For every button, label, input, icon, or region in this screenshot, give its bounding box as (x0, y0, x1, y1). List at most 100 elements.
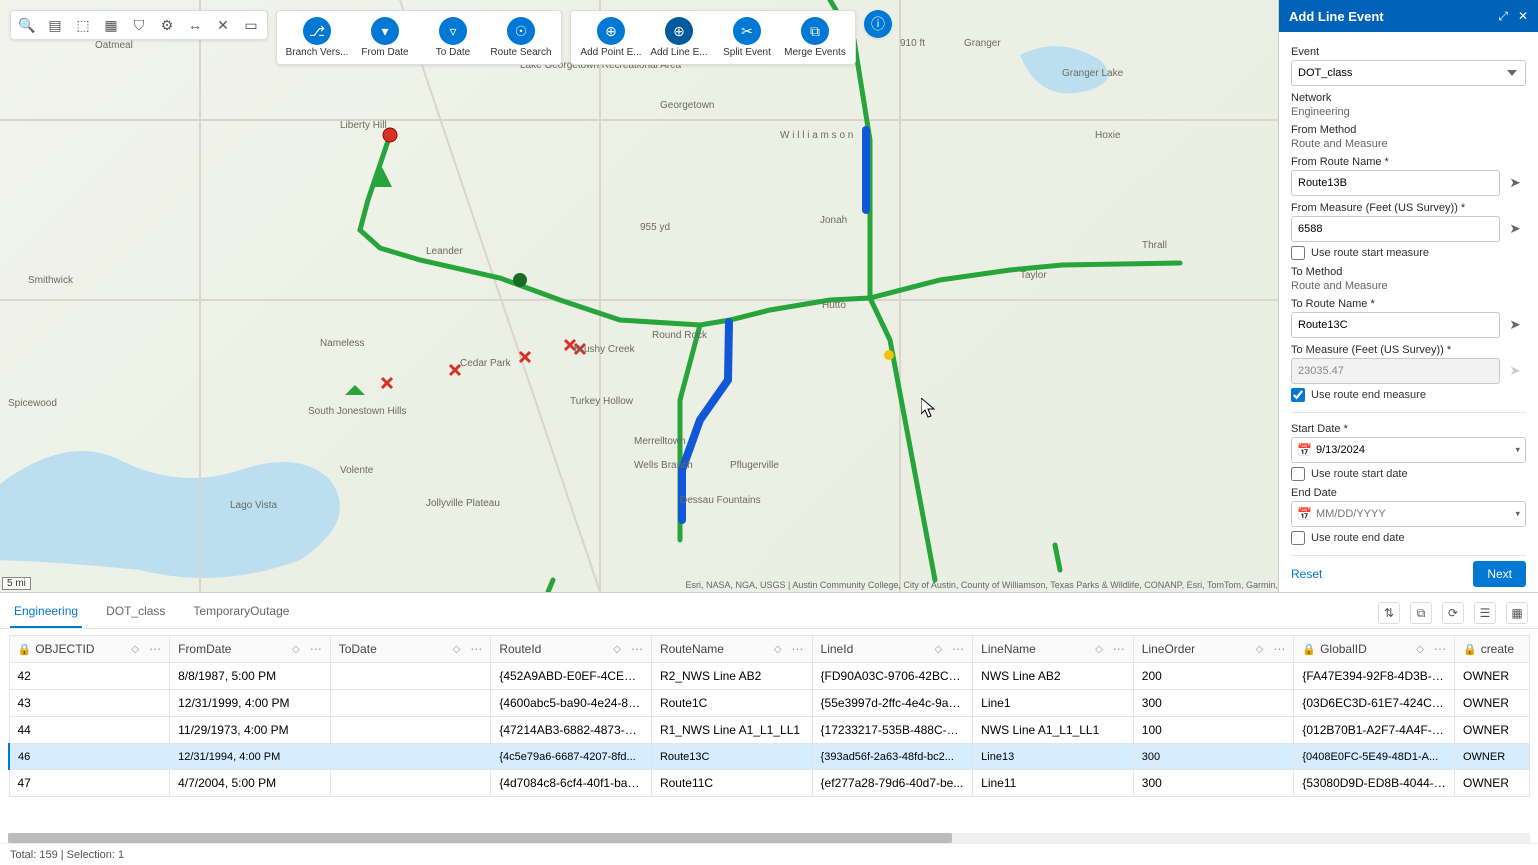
attribute-table[interactable]: 🔒OBJECTID◇⋯FromDate◇⋯ToDate◇⋯RouteId◇⋯Ro… (8, 635, 1530, 797)
cell-lineid[interactable]: {55e3997d-2ffc-4e4c-9a6... (812, 690, 973, 717)
column-menu-icon[interactable]: ⋯ (304, 642, 322, 656)
cell-fromdate[interactable]: 4/7/2004, 5:00 PM (170, 770, 331, 797)
from-route-pick-icon[interactable]: ➤ (1504, 170, 1526, 196)
column-menu-icon[interactable]: ⋯ (1267, 642, 1285, 656)
from-measure-input[interactable] (1291, 216, 1500, 242)
shape-icon[interactable]: ▭ (241, 15, 261, 35)
branch-versioning-button[interactable]: ⎇Branch Vers... (285, 15, 349, 60)
use-route-end-date-checkbox[interactable] (1291, 531, 1305, 545)
table-row[interactable]: 4312/31/1999, 4:00 PM{4600abc5-ba90-4e24… (9, 690, 1530, 717)
cell-routename[interactable]: R1_NWS Line A1_L1_LL1 (651, 717, 812, 744)
from-measure-pick-icon[interactable]: ➤ (1504, 216, 1526, 242)
from-route-input[interactable] (1291, 170, 1500, 196)
from-date-button[interactable]: ▾From Date (353, 15, 417, 60)
cell-lineorder[interactable]: 100 (1133, 717, 1294, 744)
cell-lineorder[interactable]: 300 (1133, 770, 1294, 797)
column-menu-icon[interactable]: ⋯ (464, 642, 482, 656)
column-menu-icon[interactable]: ⋯ (625, 642, 643, 656)
start-date-input[interactable] (1291, 437, 1526, 463)
use-route-start-measure-checkbox[interactable] (1291, 246, 1305, 260)
cell-globalid[interactable]: {53080D9D-ED8B-4044-9... (1294, 770, 1455, 797)
cell-create[interactable]: OWNER (1454, 770, 1529, 797)
table-row[interactable]: 474/7/2004, 5:00 PM{4d7084c8-6cf4-40f1-b… (9, 770, 1530, 797)
clear-icon[interactable]: ✕ (213, 15, 233, 35)
cell-lineorder[interactable]: 300 (1133, 690, 1294, 717)
sort-icon[interactable]: ◇ (292, 644, 300, 655)
chevron-down-icon[interactable]: ▾ (1515, 445, 1520, 456)
to-route-pick-icon[interactable]: ➤ (1504, 312, 1526, 338)
column-header[interactable]: LineOrder◇⋯ (1133, 636, 1294, 663)
cell-fromdate[interactable]: 11/29/1973, 4:00 PM (170, 717, 331, 744)
cell-routename[interactable]: Route13C (651, 744, 812, 770)
info-button[interactable]: ⓘ (864, 10, 892, 38)
event-select[interactable]: DOT_class (1291, 60, 1526, 86)
cell-lineorder[interactable]: 200 (1133, 663, 1294, 690)
cell-linename[interactable]: Line13 (973, 744, 1134, 770)
cell-objectid[interactable]: 47 (9, 770, 170, 797)
sort-icon[interactable]: ◇ (934, 644, 942, 655)
cell-lineid[interactable]: {ef277a28-79d6-40d7-be... (812, 770, 973, 797)
cell-routeid[interactable]: {4600abc5-ba90-4e24-8a... (491, 690, 652, 717)
sort-icon[interactable]: ◇ (453, 644, 461, 655)
cell-linename[interactable]: NWS Line A1_L1_LL1 (973, 717, 1134, 744)
cell-todate[interactable] (330, 690, 491, 717)
cell-linename[interactable]: NWS Line AB2 (973, 663, 1134, 690)
cell-create[interactable]: OWNER (1454, 663, 1529, 690)
cell-globalid[interactable]: {03D6EC3D-61E7-424C-9... (1294, 690, 1455, 717)
cell-routeid[interactable]: {47214AB3-6882-4873-94... (491, 717, 652, 744)
cell-todate[interactable] (330, 717, 491, 744)
merge-events-button[interactable]: ⧉Merge Events (783, 15, 847, 60)
tab-dot_class[interactable]: DOT_class (102, 596, 169, 628)
grid-tool-icon[interactable]: ▦ (1506, 602, 1528, 624)
cell-fromdate[interactable]: 12/31/1999, 4:00 PM (170, 690, 331, 717)
table-row[interactable]: 4411/29/1973, 4:00 PM {47214AB3-6882-4873… (9, 717, 1530, 744)
cell-objectid[interactable]: 46 (9, 744, 170, 770)
use-route-end-measure-checkbox[interactable] (1291, 388, 1305, 402)
sort-tool-icon[interactable]: ⇅ (1378, 602, 1400, 624)
cell-globalid[interactable]: {FA47E394-92F8-4D3B-A... (1294, 663, 1455, 690)
sort-icon[interactable]: ◇ (1256, 644, 1264, 655)
cell-globalid[interactable]: {0408E0FC-5E49-48D1-A... (1294, 744, 1455, 770)
sort-icon[interactable]: ◇ (1416, 644, 1424, 655)
column-header[interactable]: LineName◇⋯ (973, 636, 1134, 663)
reset-button[interactable]: Reset (1291, 567, 1322, 581)
tab-engineering[interactable]: Engineering (10, 596, 82, 628)
measure-icon[interactable]: ↔ (185, 15, 205, 35)
refresh-tool-icon[interactable]: ⟳ (1442, 602, 1464, 624)
column-header[interactable]: 🔒GlobalID◇⋯ (1294, 636, 1455, 663)
tab-temporaryoutage[interactable]: TemporaryOutage (189, 596, 293, 628)
bookmark-icon[interactable]: ⛉ (129, 15, 149, 35)
column-menu-icon[interactable]: ⋯ (1428, 642, 1446, 656)
cell-objectid[interactable]: 42 (9, 663, 170, 690)
cell-todate[interactable] (330, 770, 491, 797)
column-header[interactable]: ToDate◇⋯ (330, 636, 491, 663)
column-header[interactable]: RouteName◇⋯ (651, 636, 812, 663)
table-row[interactable]: 428/8/1987, 5:00 PM{452A9ABD-E0EF-4CEB-B… (9, 663, 1530, 690)
cell-create[interactable]: OWNER (1454, 744, 1529, 770)
column-header[interactable]: LineId◇⋯ (812, 636, 973, 663)
sort-icon[interactable]: ◇ (774, 644, 782, 655)
basemap-icon[interactable]: ⬚ (73, 15, 93, 35)
cell-globalid[interactable]: {012B70B1-A2F7-4A4F-9... (1294, 717, 1455, 744)
cell-objectid[interactable]: 44 (9, 717, 170, 744)
to-date-button[interactable]: ▿To Date (421, 15, 485, 60)
cell-todate[interactable] (330, 744, 491, 770)
add-line-event-button[interactable]: ⊕Add Line E... (647, 15, 711, 60)
cell-lineid[interactable]: {FD90A03C-9706-42BC-9... (812, 663, 973, 690)
end-date-input[interactable] (1291, 501, 1526, 527)
sort-icon[interactable]: ◇ (1095, 644, 1103, 655)
cell-linename[interactable]: Line1 (973, 690, 1134, 717)
cell-linename[interactable]: Line11 (973, 770, 1134, 797)
column-menu-icon[interactable]: ⋯ (143, 642, 161, 656)
to-route-input[interactable] (1291, 312, 1500, 338)
column-header[interactable]: 🔒OBJECTID◇⋯ (9, 636, 170, 663)
table-row[interactable]: 4612/31/1994, 4:00 PM{4c5e79a6-6687-4207… (9, 744, 1530, 770)
cell-routename[interactable]: Route1C (651, 690, 812, 717)
cell-lineid[interactable]: {17233217-535B-488C-82... (812, 717, 973, 744)
close-icon[interactable]: ✕ (1518, 9, 1528, 24)
cell-todate[interactable] (330, 663, 491, 690)
chevron-down-icon[interactable]: ▾ (1515, 509, 1520, 520)
cell-create[interactable]: OWNER (1454, 717, 1529, 744)
column-menu-icon[interactable]: ⋯ (786, 642, 804, 656)
sort-icon[interactable]: ◇ (613, 644, 621, 655)
